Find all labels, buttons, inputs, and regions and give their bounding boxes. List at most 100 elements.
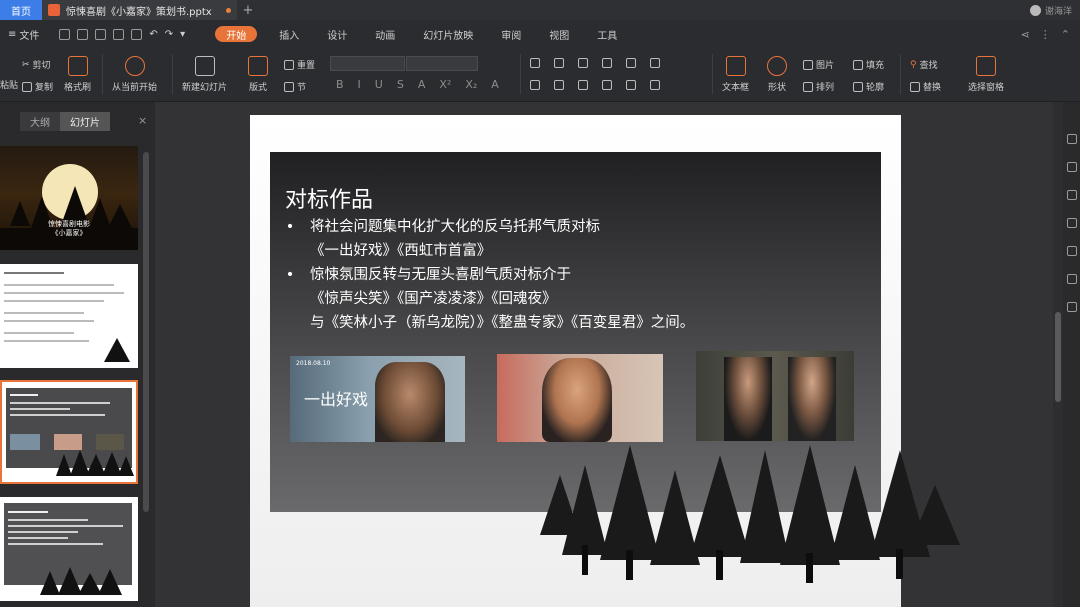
close-panel-button[interactable]: × <box>138 114 147 127</box>
subscript-button[interactable]: X₂ <box>465 78 477 91</box>
shape-style-icon[interactable] <box>1067 162 1077 172</box>
format-painter-label: 格式刷 <box>64 83 92 93</box>
slide-bullets[interactable]: • 将社会问题集中化扩大化的反乌托邦气质对标 《一出好戏》《西虹市首富》 • 惊… <box>280 215 695 335</box>
arrange-icon <box>803 81 813 92</box>
font-size-select[interactable] <box>406 56 478 71</box>
slide-title[interactable]: 对标作品 <box>285 182 373 214</box>
slide-thumbnail-1[interactable]: 惊悚喜剧电影 《小嘉家》 <box>0 146 138 250</box>
outline-button[interactable]: 轮廓 <box>853 80 884 93</box>
tab-design[interactable]: 设计 <box>313 20 361 48</box>
format-painter-button[interactable]: 格式刷 <box>64 56 91 93</box>
section-button[interactable]: 节 <box>284 80 306 93</box>
strikethrough-button[interactable]: S <box>397 78 404 91</box>
new-tab-button[interactable]: + <box>237 3 259 18</box>
current-slide[interactable]: 对标作品 • 将社会问题集中化扩大化的反乌托邦气质对标 《一出好戏》《西虹市首富… <box>250 115 960 607</box>
columns-icon[interactable] <box>626 58 636 68</box>
bullet-text: 惊悚氛围反转与无厘头喜剧气质对标介于 <box>310 267 571 283</box>
avatar <box>1029 4 1041 16</box>
cut-button[interactable]: ✂ 剪切 <box>22 58 51 72</box>
export-icon[interactable] <box>95 28 107 40</box>
tab-review[interactable]: 审阅 <box>487 20 535 48</box>
file-menu[interactable]: ≡ 文件 <box>0 27 47 42</box>
thumbnail-text-line <box>8 519 88 521</box>
reset-button[interactable]: 重置 <box>284 58 315 71</box>
collapse-ribbon-icon[interactable]: ⌃ <box>1061 28 1070 41</box>
text-direction-icon[interactable] <box>650 58 660 68</box>
ribbon: 粘贴 ✂ 剪切 复制 格式刷 从当前开始 新建幻灯片 版式 重置 节 B I U… <box>0 48 1080 102</box>
font-name-select[interactable] <box>330 56 405 71</box>
trees-graphic <box>56 450 134 476</box>
bullet-list-icon[interactable] <box>530 58 540 68</box>
print-icon[interactable] <box>113 28 125 40</box>
line-spacing-icon[interactable] <box>650 80 660 90</box>
film-still-photo-3[interactable] <box>696 351 854 441</box>
text-box-button[interactable]: 文本框 <box>722 56 749 93</box>
panel-scrollbar[interactable] <box>143 152 149 512</box>
help-icon[interactable] <box>1067 302 1077 312</box>
find-button[interactable]: ⚲ 查找 <box>910 58 938 72</box>
undo-icon[interactable]: ↶ <box>149 29 157 40</box>
shape-button[interactable]: 形状 <box>767 56 787 93</box>
canvas-scrollbar[interactable] <box>1053 102 1063 607</box>
thumbnail-text-line <box>8 511 48 513</box>
paste-button[interactable]: 粘贴 <box>0 78 18 91</box>
scrollbar-thumb[interactable] <box>1055 312 1061 402</box>
open-icon[interactable] <box>59 28 71 40</box>
document-tab[interactable]: 惊悚喜剧《小嘉家》策划书.pptx <box>42 0 237 20</box>
home-tab[interactable]: 首页 <box>0 0 42 20</box>
distribute-icon[interactable] <box>626 80 636 90</box>
tab-slides[interactable]: 幻灯片 <box>60 112 110 131</box>
tab-insert[interactable]: 插入 <box>265 20 313 48</box>
clear-format-button[interactable]: A <box>491 78 499 91</box>
tab-start[interactable]: 开始 <box>215 26 258 42</box>
thumbnail-text-line <box>4 284 114 286</box>
film-still-photo-2[interactable] <box>497 354 663 442</box>
new-slide-button[interactable]: 新建幻灯片 <box>182 56 227 93</box>
copy-button[interactable]: 复制 <box>22 80 53 93</box>
film-still-photo-1[interactable]: 2018.08.10 一出好戏 <box>290 356 465 442</box>
italic-button[interactable]: I <box>358 78 361 91</box>
slide-thumbnail-3-selected[interactable] <box>0 380 138 484</box>
layout-button[interactable]: 版式 <box>248 56 268 93</box>
superscript-button[interactable]: X² <box>439 78 451 91</box>
save-icon[interactable] <box>77 28 89 40</box>
preview-icon[interactable] <box>131 28 143 40</box>
slide-thumbnail-2[interactable] <box>0 264 138 368</box>
align-center-icon[interactable] <box>554 80 564 90</box>
decrease-indent-icon[interactable] <box>578 58 588 68</box>
shape-icon <box>767 56 787 76</box>
paste-label: 粘贴 <box>0 81 19 91</box>
align-right-icon[interactable] <box>578 80 588 90</box>
user-area[interactable]: 谢海洋 <box>1029 4 1080 17</box>
properties-icon[interactable] <box>1067 134 1077 144</box>
play-from-current-button[interactable]: 从当前开始 <box>112 56 157 93</box>
align-left-icon[interactable] <box>530 80 540 90</box>
picture-button[interactable]: 图片 <box>803 58 834 71</box>
transition-icon[interactable] <box>1067 218 1077 228</box>
tab-animation[interactable]: 动画 <box>361 20 409 48</box>
tab-outline[interactable]: 大纲 <box>20 112 60 131</box>
portrait-graphic <box>375 362 445 442</box>
selection-pane-button[interactable]: 选择窗格 <box>968 56 1004 93</box>
tab-tools[interactable]: 工具 <box>583 20 631 48</box>
animation-icon[interactable] <box>1067 190 1077 200</box>
increase-indent-icon[interactable] <box>602 58 612 68</box>
tab-slideshow[interactable]: 幻灯片放映 <box>409 20 487 48</box>
customize-icon[interactable]: ▾ <box>180 29 185 40</box>
font-color-button[interactable]: A <box>418 78 426 91</box>
share-icon[interactable]: ⋖ <box>1021 28 1030 41</box>
arrange-button[interactable]: 排列 <box>803 80 834 93</box>
slide-canvas: 对标作品 • 将社会问题集中化扩大化的反乌托邦气质对标 《一出好戏》《西虹市首富… <box>155 102 1053 607</box>
tools-icon[interactable] <box>1067 274 1077 284</box>
redo-icon[interactable]: ↷ <box>165 29 173 40</box>
underline-button[interactable]: U <box>375 78 383 91</box>
bold-button[interactable]: B <box>336 78 344 91</box>
numbered-list-icon[interactable] <box>554 58 564 68</box>
fill-button[interactable]: 填充 <box>853 58 884 71</box>
settings-icon[interactable] <box>1067 246 1077 256</box>
justify-icon[interactable] <box>602 80 612 90</box>
tab-view[interactable]: 视图 <box>535 20 583 48</box>
replace-button[interactable]: 替换 <box>910 80 941 93</box>
slide-thumbnail-4[interactable] <box>0 497 138 601</box>
more-icon[interactable]: ⋮ <box>1040 28 1051 41</box>
